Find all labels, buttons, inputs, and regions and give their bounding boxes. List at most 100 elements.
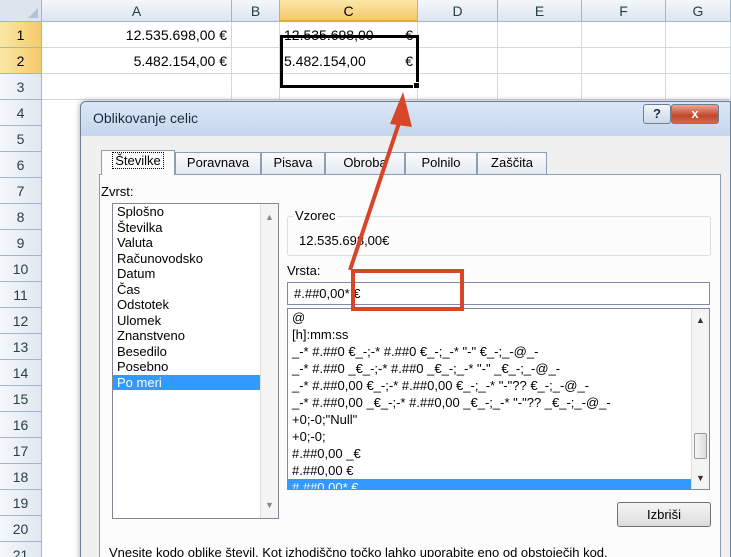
format-scrollbar[interactable]: ▲ ▼: [691, 309, 709, 489]
row-header-16[interactable]: 16: [0, 412, 42, 438]
format-item[interactable]: _-* #.##0 _€_-;-* #.##0 _€_-;_-* "-" _€_…: [288, 360, 709, 377]
category-item[interactable]: Splošno: [113, 204, 278, 220]
cell-e3[interactable]: [498, 74, 582, 100]
sample-value: 12.535.698,00€: [299, 233, 390, 248]
select-all-corner[interactable]: [0, 0, 42, 22]
cell-e1[interactable]: [498, 22, 582, 48]
format-item[interactable]: _-* #.##0,00 _€_-;-* #.##0,00 _€_-;_-* "…: [288, 394, 709, 411]
category-item[interactable]: Odstotek: [113, 297, 278, 313]
row-header-1[interactable]: 1: [0, 22, 42, 48]
row-header-2[interactable]: 2: [0, 48, 42, 74]
tab-zascita[interactable]: Zaščita: [477, 152, 547, 174]
column-header-c[interactable]: C: [280, 0, 418, 22]
row-header-3[interactable]: 3: [0, 74, 42, 100]
category-item-selected[interactable]: Po meri: [113, 374, 278, 390]
format-item[interactable]: #.##0,00 _€: [288, 445, 709, 462]
cell-b2[interactable]: [232, 48, 280, 74]
cell-a2[interactable]: 5.482.154,00 €: [42, 48, 232, 74]
row-header-11[interactable]: 11: [0, 282, 42, 308]
category-scrollbar[interactable]: ▲ ▼: [260, 204, 278, 518]
format-cells-dialog: Oblikovanje celic ? x Številke Poravnava…: [80, 101, 731, 557]
column-header-g[interactable]: G: [666, 0, 731, 22]
format-item[interactable]: _-* #.##0,00 €_-;-* #.##0,00 €_-;_-* "-"…: [288, 377, 709, 394]
category-item[interactable]: Računovodsko: [113, 251, 278, 267]
type-highlight-annotation: [351, 269, 464, 311]
scroll-down-icon[interactable]: ▼: [265, 500, 274, 510]
scroll-thumb[interactable]: [694, 433, 707, 459]
row-header-20[interactable]: 20: [0, 516, 42, 542]
scroll-up-icon[interactable]: ▲: [696, 315, 705, 325]
tab-stevilke-label: Številke: [112, 152, 164, 169]
cell-g1[interactable]: [666, 22, 731, 48]
scroll-down-icon[interactable]: ▼: [696, 473, 705, 483]
type-label: Vrsta:: [287, 263, 321, 278]
cell-f1[interactable]: [582, 22, 666, 48]
close-button[interactable]: x: [671, 104, 719, 124]
column-header-f[interactable]: F: [582, 0, 666, 22]
cell-g3[interactable]: [666, 74, 731, 100]
category-item[interactable]: Besedilo: [113, 344, 278, 360]
cell-g2[interactable]: [666, 48, 731, 74]
row-header-6[interactable]: 6: [0, 152, 42, 178]
cell-d2[interactable]: [418, 48, 498, 74]
category-list[interactable]: Splošno Številka Valuta Računovodsko Dat…: [112, 203, 279, 519]
cell-a3[interactable]: [42, 74, 232, 100]
row-header-5[interactable]: 5: [0, 126, 42, 152]
category-item[interactable]: Valuta: [113, 235, 278, 251]
selection-range-border: [280, 35, 419, 88]
category-item[interactable]: Ulomek: [113, 313, 278, 329]
row-header-9[interactable]: 9: [0, 230, 42, 256]
format-item[interactable]: [h]:mm:ss: [288, 326, 709, 343]
row-header-10[interactable]: 10: [0, 256, 42, 282]
format-item[interactable]: _-* #.##0 €_-;-* #.##0 €_-;_-* "-" €_-;_…: [288, 343, 709, 360]
cell-b3[interactable]: [232, 74, 280, 100]
help-button[interactable]: ?: [643, 104, 671, 124]
row-header-17[interactable]: 17: [0, 438, 42, 464]
column-header-b[interactable]: B: [232, 0, 280, 22]
cell-f3[interactable]: [582, 74, 666, 100]
tab-pisava[interactable]: Pisava: [261, 152, 325, 174]
cell-a1[interactable]: 12.535.698,00 €: [42, 22, 232, 48]
cell-f2[interactable]: [582, 48, 666, 74]
cell-d1[interactable]: [418, 22, 498, 48]
select-all-triangle-icon: [28, 8, 38, 18]
category-item[interactable]: Datum: [113, 266, 278, 282]
tab-poravnava[interactable]: Poravnava: [175, 152, 261, 174]
category-item[interactable]: Čas: [113, 282, 278, 298]
row-header-12[interactable]: 12: [0, 308, 42, 334]
row-header-7[interactable]: 7: [0, 178, 42, 204]
column-header-a[interactable]: A: [42, 0, 232, 22]
category-item[interactable]: Številka: [113, 220, 278, 236]
category-item[interactable]: Znanstveno: [113, 328, 278, 344]
column-header-d[interactable]: D: [418, 0, 498, 22]
description-text: Vnesite kodo oblike števil. Kot izhodišč…: [109, 545, 608, 557]
column-header-e[interactable]: E: [498, 0, 582, 22]
format-item[interactable]: +0;-0;: [288, 428, 709, 445]
cell-b1[interactable]: [232, 22, 280, 48]
delete-button[interactable]: Izbriši: [617, 502, 711, 527]
row-header-13[interactable]: 13: [0, 334, 42, 360]
format-item[interactable]: +0;-0;"Null": [288, 411, 709, 428]
category-item[interactable]: Posebno: [113, 359, 278, 375]
sample-label: Vzorec: [293, 208, 338, 223]
row-header-19[interactable]: 19: [0, 490, 42, 516]
scroll-up-icon[interactable]: ▲: [265, 212, 274, 222]
format-code-list[interactable]: @ [h]:mm:ss _-* #.##0 €_-;-* #.##0 €_-;_…: [287, 308, 710, 490]
tab-polnilo[interactable]: Polnilo: [405, 152, 477, 174]
cell-e2[interactable]: [498, 48, 582, 74]
cell-d3[interactable]: [418, 74, 498, 100]
fill-handle[interactable]: [413, 82, 420, 89]
row-header-18[interactable]: 18: [0, 464, 42, 490]
format-item[interactable]: @: [288, 309, 709, 326]
row-header-21[interactable]: 21: [0, 542, 42, 557]
category-label: Zvrst:: [101, 184, 134, 199]
tab-obroba[interactable]: Obroba: [325, 152, 405, 174]
format-item-selected[interactable]: #.##0,00* €: [288, 479, 709, 489]
row-header-4[interactable]: 4: [0, 100, 42, 126]
dialog-titlebar[interactable]: Oblikovanje celic ? x: [81, 102, 730, 136]
row-header-14[interactable]: 14: [0, 360, 42, 386]
tab-stevilke[interactable]: Številke: [101, 150, 175, 175]
row-header-15[interactable]: 15: [0, 386, 42, 412]
format-item[interactable]: #.##0,00 €: [288, 462, 709, 479]
row-header-8[interactable]: 8: [0, 204, 42, 230]
